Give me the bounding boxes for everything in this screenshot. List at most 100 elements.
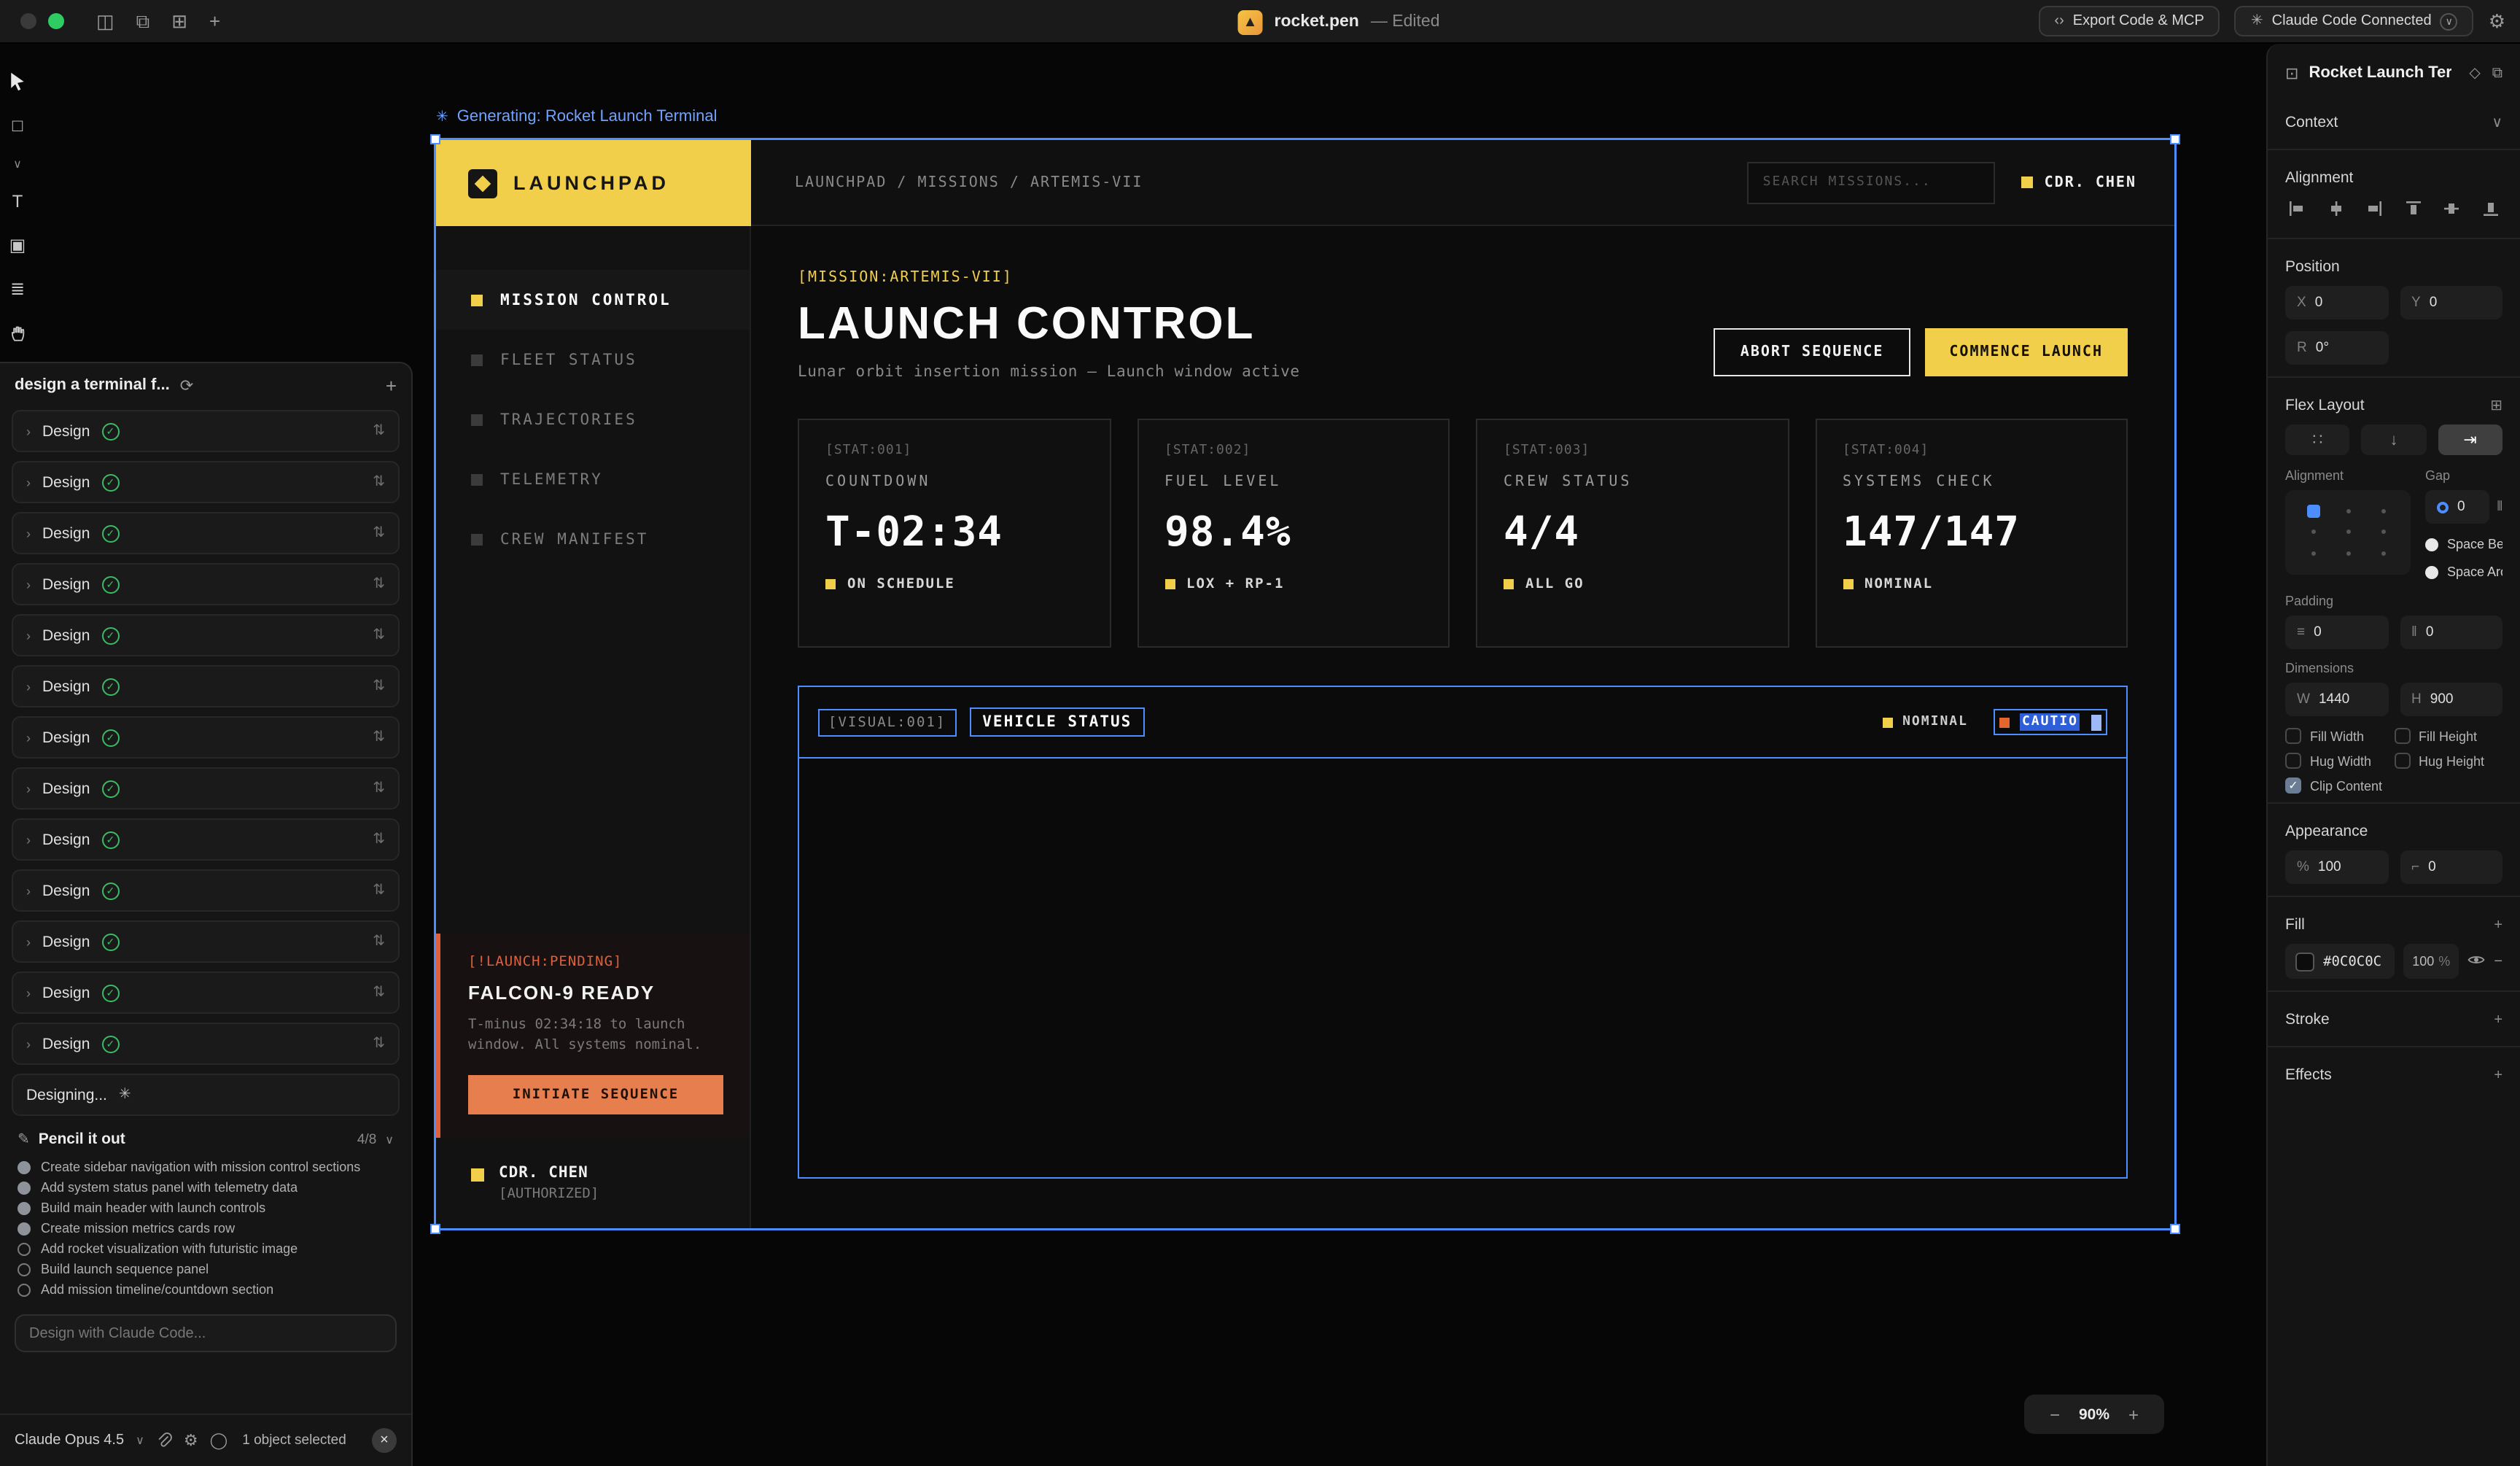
window-zoom-icon[interactable] xyxy=(48,13,64,29)
more-icon[interactable]: ⧉ xyxy=(2492,65,2502,81)
expand-stepper-icon[interactable]: ⇅ xyxy=(373,985,385,1001)
zoom-out-button[interactable]: − xyxy=(2050,1404,2060,1424)
sidebar-nav-item[interactable]: TRAJECTORIES xyxy=(436,389,750,449)
context-section[interactable]: Context ∨ xyxy=(2285,102,2502,141)
logo-block[interactable]: LAUNCHPAD xyxy=(436,140,751,226)
component-icon[interactable]: ◇ xyxy=(2469,65,2480,81)
design-step-row[interactable]: › Design ✓ ⇅ xyxy=(12,767,400,810)
todo-item[interactable]: Add mission timeline/countdown section xyxy=(18,1279,394,1300)
abort-sequence-button[interactable]: ABORT SEQUENCE xyxy=(1714,328,1910,376)
width-input[interactable]: W 1440 xyxy=(2285,683,2388,716)
image-tool-icon[interactable]: ▣ xyxy=(6,233,29,257)
align-center-h-icon[interactable] xyxy=(2327,200,2344,217)
vehicle-status-panel[interactable]: [VISUAL:001] VEHICLE STATUS NOMINAL CAUT… xyxy=(798,686,2128,1179)
expand-stepper-icon[interactable]: ⇅ xyxy=(373,780,385,796)
expand-stepper-icon[interactable]: ⇅ xyxy=(373,576,385,592)
text-tool-icon[interactable]: T xyxy=(6,190,29,213)
design-step-row[interactable]: › Design ✓ ⇅ xyxy=(12,869,400,912)
expand-stepper-icon[interactable]: ⇅ xyxy=(373,1036,385,1052)
remove-fill-button[interactable]: − xyxy=(2494,953,2502,969)
layout-horizontal-button[interactable]: ⇥ xyxy=(2438,424,2502,455)
chevron-down-icon[interactable]: ∨ xyxy=(6,158,29,169)
clear-selection-button[interactable]: × xyxy=(372,1428,397,1453)
gap-input[interactable]: 0 xyxy=(2425,490,2489,524)
hug-height-checkbox[interactable]: Hug Height xyxy=(2394,753,2502,769)
search-input[interactable] xyxy=(1763,175,1979,190)
window-controls[interactable] xyxy=(20,13,64,29)
new-tab-icon[interactable]: + xyxy=(209,10,220,32)
stat-card[interactable]: [STAT:001] COUNTDOWN T-02:34 ON SCHEDULE xyxy=(798,419,1111,648)
add-stroke-button[interactable]: + xyxy=(2494,1012,2502,1028)
design-step-row[interactable]: › Design ✓ ⇅ xyxy=(12,1023,400,1065)
design-step-row[interactable]: › Design ✓ ⇅ xyxy=(12,971,400,1014)
library-icon[interactable]: ⊞ xyxy=(171,9,187,33)
gap-direction-icon[interactable]: ⫴ xyxy=(2497,499,2502,515)
attach-icon[interactable] xyxy=(156,1432,172,1448)
layers-tool-icon[interactable]: ≣ xyxy=(6,277,29,300)
todo-item[interactable]: Create sidebar navigation with mission c… xyxy=(18,1157,394,1177)
todo-item[interactable]: Add system status panel with telemetry d… xyxy=(18,1177,394,1198)
height-input[interactable]: H 900 xyxy=(2400,683,2502,716)
add-fill-button[interactable]: + xyxy=(2494,917,2502,933)
fill-opacity-input[interactable]: 100 % xyxy=(2403,944,2459,979)
selection-handle[interactable] xyxy=(430,1224,440,1234)
opacity-input[interactable]: % 100 xyxy=(2285,850,2388,884)
design-step-row[interactable]: › Design ✓ ⇅ xyxy=(12,512,400,554)
sidebar-nav-item[interactable]: MISSION CONTROL xyxy=(436,270,750,330)
layout-grid-button[interactable]: ∷ xyxy=(2285,424,2350,455)
design-step-row[interactable]: › Design ✓ ⇅ xyxy=(12,920,400,963)
position-x-input[interactable]: X 0 xyxy=(2285,286,2388,319)
position-y-input[interactable]: Y 0 xyxy=(2400,286,2502,319)
add-effect-button[interactable]: + xyxy=(2494,1067,2502,1083)
claude-code-status[interactable]: ✳ Claude Code Connected ∨ xyxy=(2235,6,2474,36)
align-bottom-icon[interactable] xyxy=(2482,200,2500,217)
todo-item[interactable]: Add rocket visualization with futuristic… xyxy=(18,1238,394,1259)
todo-header[interactable]: ✎ Pencil it out 4/8 ∨ xyxy=(18,1130,394,1148)
chat-input[interactable] xyxy=(15,1314,397,1352)
legend-caution-editing[interactable]: CAUTIO xyxy=(1994,709,2107,735)
selection-handle[interactable] xyxy=(2170,1224,2180,1234)
padding-h-input[interactable]: ‖ 0 xyxy=(2400,616,2502,649)
clip-content-checkbox[interactable]: ✓Clip Content xyxy=(2285,777,2502,794)
chevron-icon[interactable]: ∨ xyxy=(2492,115,2502,131)
alignment-grid[interactable] xyxy=(2285,490,2411,575)
visibility-eye-icon[interactable] xyxy=(2468,950,2485,972)
todo-item[interactable]: Create mission metrics cards row xyxy=(18,1218,394,1238)
expand-stepper-icon[interactable]: ⇅ xyxy=(373,729,385,745)
hug-width-checkbox[interactable]: Hug Width xyxy=(2285,753,2394,769)
align-top-icon[interactable] xyxy=(2405,200,2422,217)
design-step-row[interactable]: › Design ✓ ⇅ xyxy=(12,614,400,656)
layout-vertical-button[interactable]: ↓ xyxy=(2362,424,2427,455)
selection-handle[interactable] xyxy=(430,134,440,144)
design-step-row[interactable]: › Design ✓ ⇅ xyxy=(12,818,400,861)
sidebar-nav-item[interactable]: CREW MANIFEST xyxy=(436,509,750,569)
settings-icon[interactable]: ⚙ xyxy=(184,1431,198,1450)
designing-row[interactable]: Designing... ✳ xyxy=(12,1074,400,1116)
sidebar-nav-item[interactable]: FLEET STATUS xyxy=(436,330,750,389)
expand-stepper-icon[interactable]: ⇅ xyxy=(373,883,385,899)
rotation-input[interactable]: R 0° xyxy=(2285,331,2388,365)
cursor-tool-icon[interactable] xyxy=(6,70,29,93)
fill-swatch[interactable] xyxy=(2295,952,2314,971)
space-between-radio[interactable]: Space Between xyxy=(2425,537,2502,551)
fill-color-input[interactable]: #0C0C0C xyxy=(2285,944,2395,979)
export-code-button[interactable]: ‹› Export Code & MCP xyxy=(2038,6,2220,36)
align-left-icon[interactable] xyxy=(2288,200,2306,217)
expand-stepper-icon[interactable]: ⇅ xyxy=(373,627,385,643)
user-badge[interactable]: CDR. CHEN xyxy=(2021,174,2136,190)
expand-stepper-icon[interactable]: ⇅ xyxy=(373,423,385,439)
design-step-row[interactable]: › Design ✓ ⇅ xyxy=(12,665,400,707)
model-selector[interactable]: Claude Opus 4.5 xyxy=(15,1432,124,1448)
align-center-v-icon[interactable] xyxy=(2443,200,2461,217)
design-step-row[interactable]: › Design ✓ ⇅ xyxy=(12,410,400,452)
space-around-radio[interactable]: Space Around xyxy=(2425,565,2502,579)
zoom-in-button[interactable]: + xyxy=(2128,1404,2139,1424)
stat-card[interactable]: [STAT:003] CREW STATUS 4/4 ALL GO xyxy=(1476,419,1789,648)
expand-stepper-icon[interactable]: ⇅ xyxy=(373,831,385,848)
design-frame[interactable]: LAUNCHPAD LAUNCHPAD / MISSIONS / ARTEMIS… xyxy=(436,140,2174,1228)
window-close-icon[interactable] xyxy=(20,13,36,29)
sidebar-toggle-icon[interactable]: ◫ xyxy=(96,9,114,33)
fill-width-checkbox[interactable]: Fill Width xyxy=(2285,728,2394,744)
design-step-row[interactable]: › Design ✓ ⇅ xyxy=(12,563,400,605)
expand-stepper-icon[interactable]: ⇅ xyxy=(373,678,385,694)
